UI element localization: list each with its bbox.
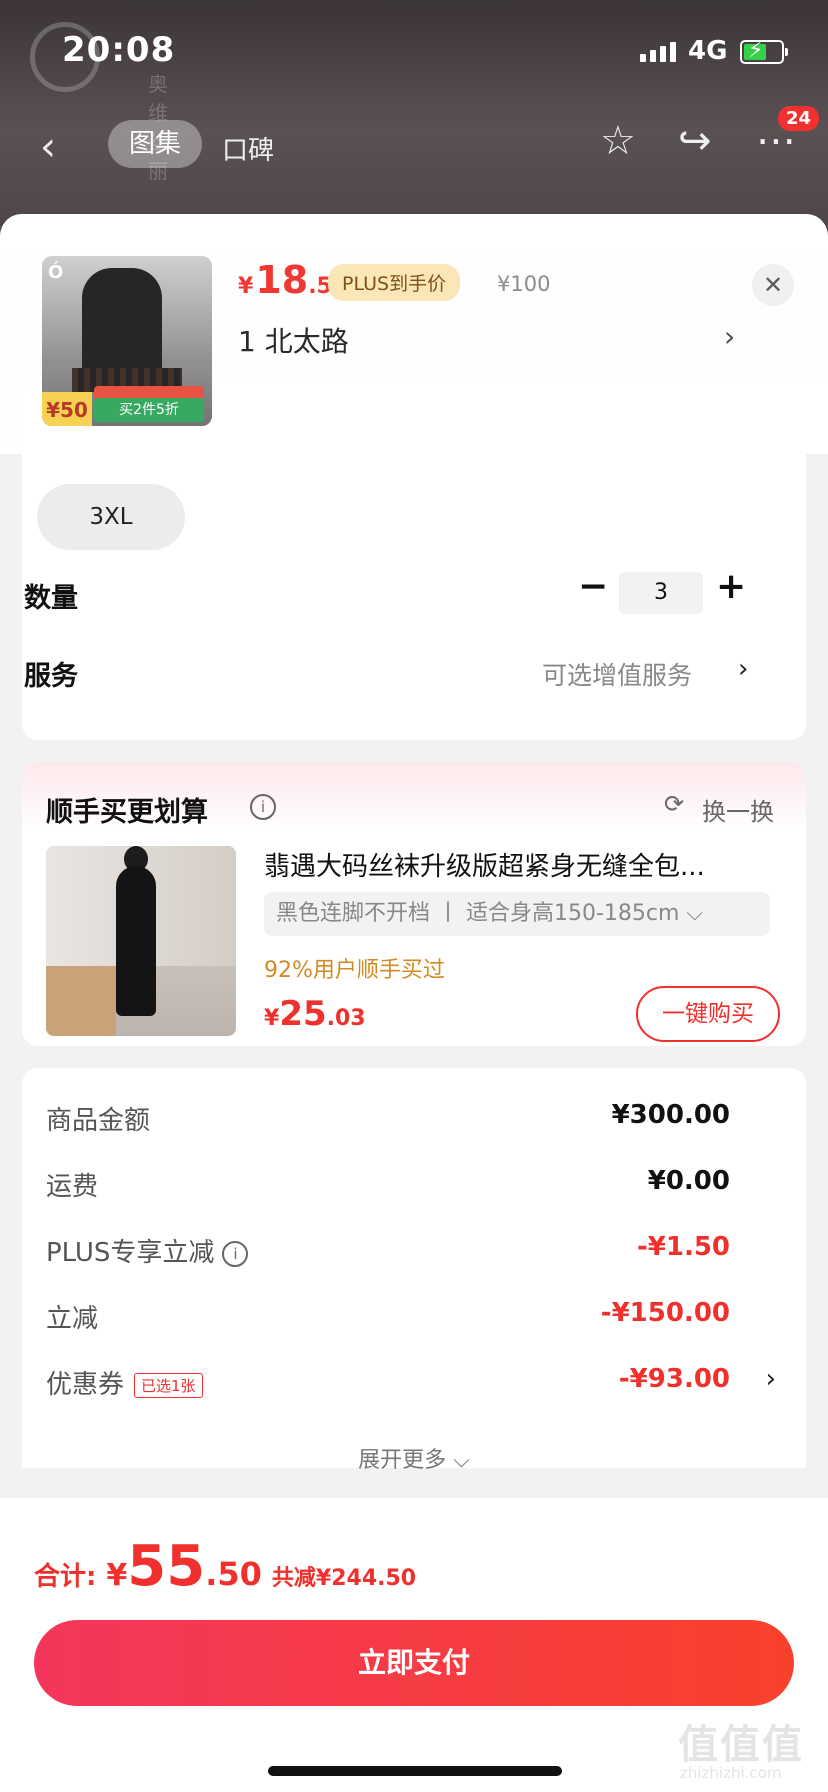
checkout-bar: 合计: ¥ 55 .50 共减¥244.50 立即支付 值值值 zhizhizh… (0, 1498, 828, 1792)
summary-row-shipping: 运费 ¥0.00 (46, 1166, 782, 1206)
summary-row-coupon[interactable]: 优惠券 已选1张 -¥93.00 › (46, 1364, 782, 1404)
expand-more-button[interactable]: 展开更多 ⌵ (22, 1442, 806, 1474)
summary-row-plus: PLUS专享立减 i -¥1.50 (46, 1232, 782, 1272)
sheet-header: Ó ¥50 买2件5折 ¥ 18 .5 PLUS到手价 ¥100 1 北太路 … (0, 214, 828, 454)
product-price: ¥ 18 .5 (238, 258, 332, 302)
summary-label-text: 优惠券 (46, 1370, 125, 1400)
top-nav: ‹ 图集 口碑 ☆ ↪ ⋯ 24 (0, 106, 828, 180)
summary-row-discount: 立减 -¥150.00 (46, 1298, 782, 1338)
price-decimal: .50 (205, 1555, 262, 1593)
quantity-stepper[interactable]: 3 (619, 572, 703, 614)
price-integer: 25 (279, 994, 327, 1034)
product-thumbnail[interactable]: Ó ¥50 买2件5折 (42, 256, 212, 426)
tab-gallery[interactable]: 图集 (108, 120, 202, 168)
home-indicator[interactable] (268, 1766, 562, 1776)
summary-value: ¥0.00 (647, 1166, 730, 1196)
price-symbol: ¥ (106, 1558, 128, 1593)
price-integer: 18 (255, 258, 309, 302)
summary-label-text: PLUS专享立减 (46, 1238, 215, 1268)
recommend-item-image[interactable] (46, 846, 236, 1036)
summary-row-goods: 商品金额 ¥300.00 (46, 1100, 782, 1140)
thumb-price-tag: ¥50 (42, 392, 92, 426)
recommend-item-spec[interactable]: 黑色连脚不开档 丨 适合身高150-185cm ⌵ (264, 892, 770, 936)
thumb-promo-tag: 买2件5折 (94, 398, 204, 422)
favorite-star-icon[interactable]: ☆ (600, 118, 636, 164)
status-time: 20:08 (62, 30, 176, 70)
status-bar: 20:08 4G ⚡ (0, 0, 828, 100)
original-price: ¥100 (497, 272, 551, 296)
total-label: 合计: (34, 1562, 97, 1592)
chevron-right-icon[interactable]: › (738, 654, 748, 684)
watermark: 值值值 (678, 1722, 804, 1768)
refresh-button[interactable]: 换一换 (702, 792, 774, 827)
summary-value: -¥1.50 (636, 1232, 730, 1262)
plus-button[interactable]: + (716, 566, 746, 607)
summary-value: -¥93.00 (618, 1364, 730, 1394)
refresh-icon[interactable]: ⟳ (664, 790, 684, 818)
selected-spec[interactable]: 1 北太路 (238, 320, 349, 360)
summary-label: 运费 (46, 1172, 99, 1202)
signal-icon (640, 40, 676, 62)
recommend-item-sold: 92%用户顺手买过 (264, 958, 445, 983)
pay-now-button[interactable]: 立即支付 (34, 1620, 794, 1706)
info-icon[interactable]: i (250, 794, 276, 820)
summary-value: -¥150.00 (600, 1298, 730, 1328)
summary-label: 立减 (46, 1304, 99, 1334)
price-summary-card: 商品金额 ¥300.00 运费 ¥0.00 PLUS专享立减 i -¥1.50 立… (22, 1068, 806, 1473)
recommend-title: 顺手买更划算 (46, 797, 208, 828)
chevron-right-icon[interactable]: › (766, 1364, 776, 1394)
share-icon[interactable]: ↪ (678, 118, 712, 164)
price-integer: 55 (127, 1534, 206, 1599)
quantity-label: 数量 (24, 583, 78, 614)
price-symbol: ¥ (238, 274, 254, 299)
info-icon[interactable]: i (222, 1240, 249, 1267)
price-decimal: .03 (326, 1006, 366, 1031)
summary-label: PLUS专享立减 i (46, 1232, 249, 1269)
recommend-item-price: ¥ 25 .03 (264, 994, 366, 1034)
network-label: 4G (688, 36, 728, 66)
summary-label: 优惠券 已选1张 (46, 1364, 203, 1401)
minus-button[interactable]: − (578, 566, 608, 607)
summary-value: ¥300.00 (611, 1100, 730, 1130)
tab-reviews[interactable]: 口碑 (222, 130, 274, 167)
service-label: 服务 (24, 661, 78, 692)
price-symbol: ¥ (264, 1006, 280, 1031)
battery-icon: ⚡ (740, 38, 788, 64)
size-chip-3xl[interactable]: 3XL (37, 484, 185, 550)
recommend-item-name[interactable]: 翡遇大码丝袜升级版超紧身无缝全包... (264, 846, 784, 883)
total-saved: 共减¥244.50 (271, 1566, 417, 1591)
message-count-badge: 24 (778, 106, 820, 131)
total-price: 合计: ¥ 55 .50 共减¥244.50 (34, 1534, 416, 1599)
close-icon[interactable]: ✕ (752, 264, 794, 306)
thumb-brand: Ó (48, 262, 64, 283)
watermark-url: zhizhizhi.com (680, 1764, 782, 1782)
service-value[interactable]: 可选增值服务 (542, 656, 692, 692)
plus-price-tag: PLUS到手价 (328, 264, 461, 301)
coupon-count-tag: 已选1张 (134, 1373, 203, 1398)
recommend-card: 顺手买更划算 i ⟳ 换一换 翡遇大码丝袜升级版超紧身无缝全包... 黑色连脚不… (22, 762, 806, 1046)
summary-label: 商品金额 (46, 1106, 151, 1136)
one-click-buy-button[interactable]: 一键购买 (636, 986, 780, 1042)
chevron-right-icon[interactable]: › (724, 320, 735, 353)
back-icon[interactable]: ‹ (40, 124, 56, 170)
